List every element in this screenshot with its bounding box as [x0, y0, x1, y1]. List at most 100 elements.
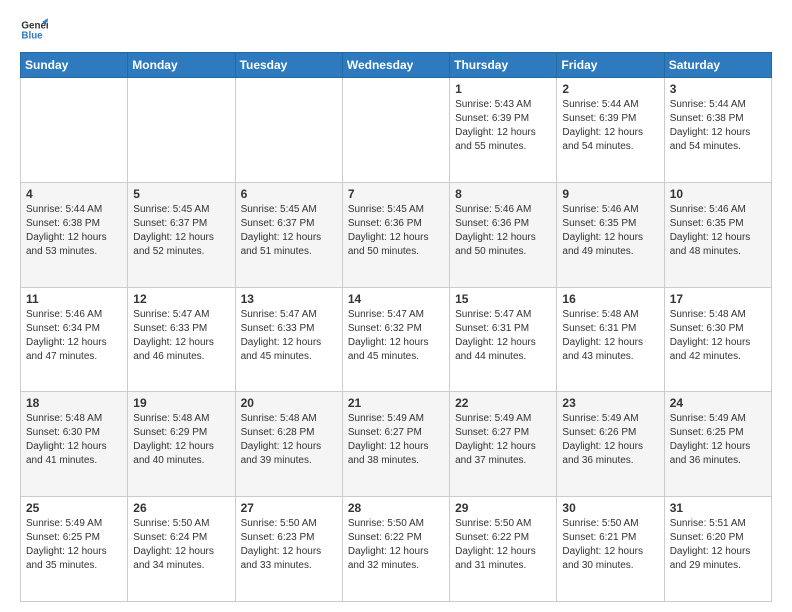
- logo-icon: General Blue: [20, 16, 48, 44]
- calendar-week-4: 18 Sunrise: 5:48 AMSunset: 6:30 PMDayligh…: [21, 392, 772, 497]
- day-number: 22: [455, 396, 551, 410]
- calendar-cell: [21, 78, 128, 183]
- day-info: Sunrise: 5:49 AMSunset: 6:25 PMDaylight:…: [670, 412, 766, 468]
- day-number: 23: [562, 396, 658, 410]
- day-info: Sunrise: 5:44 AMSunset: 6:38 PMDaylight:…: [670, 98, 766, 154]
- calendar-week-1: 1Sunrise: 5:43 AMSunset: 6:39 PMDaylight…: [21, 78, 772, 183]
- calendar-cell: 30Sunrise: 5:50 AMSunset: 6:21 PMDayligh…: [557, 497, 664, 602]
- day-number: 11: [26, 292, 122, 306]
- calendar-cell: 29 Sunrise: 5:50 AMSunset: 6:22 PMDayligh…: [450, 497, 557, 602]
- weekday-header-tuesday: Tuesday: [235, 53, 342, 78]
- day-info: Sunrise: 5:44 AMSunset: 6:38 PMDaylight:…: [26, 203, 122, 259]
- calendar-cell: 19Sunrise: 5:48 AMSunset: 6:29 PMDayligh…: [128, 392, 235, 497]
- weekday-header-monday: Monday: [128, 53, 235, 78]
- day-info: Sunrise: 5:48 AMSunset: 6:28 PMDaylight:…: [241, 412, 337, 468]
- calendar-cell: 28 Sunrise: 5:50 AMSunset: 6:22 PMDayligh…: [342, 497, 449, 602]
- day-info: Sunrise: 5:49 AMSunset: 6:27 PMDaylight:…: [348, 412, 444, 468]
- day-number: 29: [455, 501, 551, 515]
- day-number: 8: [455, 187, 551, 201]
- day-number: 27: [241, 501, 337, 515]
- calendar-cell: 26 Sunrise: 5:50 AMSunset: 6:24 PMDayligh…: [128, 497, 235, 602]
- weekday-header-sunday: Sunday: [21, 53, 128, 78]
- day-number: 28: [348, 501, 444, 515]
- day-number: 7: [348, 187, 444, 201]
- calendar-cell: 15 Sunrise: 5:47 AMSunset: 6:31 PMDayligh…: [450, 287, 557, 392]
- weekday-header-friday: Friday: [557, 53, 664, 78]
- day-number: 4: [26, 187, 122, 201]
- day-number: 1: [455, 82, 551, 96]
- day-info: Sunrise: 5:45 AMSunset: 6:37 PMDaylight:…: [133, 203, 229, 259]
- day-info: Sunrise: 5:47 AMSunset: 6:31 PMDaylight:…: [455, 308, 551, 364]
- calendar-cell: 12 Sunrise: 5:47 AMSunset: 6:33 PMDayligh…: [128, 287, 235, 392]
- calendar-week-3: 11 Sunrise: 5:46 AMSunset: 6:34 PMDayligh…: [21, 287, 772, 392]
- day-info: Sunrise: 5:44 AMSunset: 6:39 PMDaylight:…: [562, 98, 658, 154]
- day-number: 26: [133, 501, 229, 515]
- calendar-cell: 24 Sunrise: 5:49 AMSunset: 6:25 PMDayligh…: [664, 392, 771, 497]
- calendar-cell: 23Sunrise: 5:49 AMSunset: 6:26 PMDayligh…: [557, 392, 664, 497]
- day-info: Sunrise: 5:48 AMSunset: 6:30 PMDaylight:…: [26, 412, 122, 468]
- day-number: 30: [562, 501, 658, 515]
- day-info: Sunrise: 5:50 AMSunset: 6:24 PMDaylight:…: [133, 517, 229, 573]
- weekday-header-thursday: Thursday: [450, 53, 557, 78]
- day-number: 15: [455, 292, 551, 306]
- day-number: 12: [133, 292, 229, 306]
- calendar-table: SundayMondayTuesdayWednesdayThursdayFrid…: [20, 52, 772, 602]
- day-info: Sunrise: 5:47 AMSunset: 6:33 PMDaylight:…: [241, 308, 337, 364]
- day-info: Sunrise: 5:47 AMSunset: 6:33 PMDaylight:…: [133, 308, 229, 364]
- calendar-cell: 7 Sunrise: 5:45 AMSunset: 6:36 PMDaylight…: [342, 182, 449, 287]
- day-number: 25: [26, 501, 122, 515]
- day-info: Sunrise: 5:46 AMSunset: 6:36 PMDaylight:…: [455, 203, 551, 259]
- calendar-cell: 11 Sunrise: 5:46 AMSunset: 6:34 PMDayligh…: [21, 287, 128, 392]
- day-info: Sunrise: 5:50 AMSunset: 6:22 PMDaylight:…: [348, 517, 444, 573]
- day-info: Sunrise: 5:48 AMSunset: 6:30 PMDaylight:…: [670, 308, 766, 364]
- day-number: 9: [562, 187, 658, 201]
- calendar-cell: 14 Sunrise: 5:47 AMSunset: 6:32 PMDayligh…: [342, 287, 449, 392]
- day-number: 2: [562, 82, 658, 96]
- calendar-week-2: 4 Sunrise: 5:44 AMSunset: 6:38 PMDaylight…: [21, 182, 772, 287]
- day-info: Sunrise: 5:45 AMSunset: 6:37 PMDaylight:…: [241, 203, 337, 259]
- calendar-cell: 3Sunrise: 5:44 AMSunset: 6:38 PMDaylight…: [664, 78, 771, 183]
- calendar-cell: [235, 78, 342, 183]
- day-number: 24: [670, 396, 766, 410]
- day-number: 6: [241, 187, 337, 201]
- day-info: Sunrise: 5:49 AMSunset: 6:25 PMDaylight:…: [26, 517, 122, 573]
- day-info: Sunrise: 5:46 AMSunset: 6:34 PMDaylight:…: [26, 308, 122, 364]
- day-info: Sunrise: 5:46 AMSunset: 6:35 PMDaylight:…: [562, 203, 658, 259]
- weekday-header-wednesday: Wednesday: [342, 53, 449, 78]
- calendar-cell: [342, 78, 449, 183]
- header: General Blue: [20, 16, 772, 44]
- day-info: Sunrise: 5:45 AMSunset: 6:36 PMDaylight:…: [348, 203, 444, 259]
- calendar-cell: 1Sunrise: 5:43 AMSunset: 6:39 PMDaylight…: [450, 78, 557, 183]
- calendar-cell: 9 Sunrise: 5:46 AMSunset: 6:35 PMDaylight…: [557, 182, 664, 287]
- calendar-cell: 5 Sunrise: 5:45 AMSunset: 6:37 PMDaylight…: [128, 182, 235, 287]
- calendar-cell: 20 Sunrise: 5:48 AMSunset: 6:28 PMDayligh…: [235, 392, 342, 497]
- calendar-cell: 27 Sunrise: 5:50 AMSunset: 6:23 PMDayligh…: [235, 497, 342, 602]
- day-number: 13: [241, 292, 337, 306]
- calendar-cell: 13 Sunrise: 5:47 AMSunset: 6:33 PMDayligh…: [235, 287, 342, 392]
- calendar-cell: 8 Sunrise: 5:46 AMSunset: 6:36 PMDaylight…: [450, 182, 557, 287]
- day-info: Sunrise: 5:47 AMSunset: 6:32 PMDaylight:…: [348, 308, 444, 364]
- day-info: Sunrise: 5:48 AMSunset: 6:31 PMDaylight:…: [562, 308, 658, 364]
- day-number: 14: [348, 292, 444, 306]
- day-info: Sunrise: 5:50 AMSunset: 6:23 PMDaylight:…: [241, 517, 337, 573]
- day-number: 5: [133, 187, 229, 201]
- day-number: 10: [670, 187, 766, 201]
- calendar-cell: 16 Sunrise: 5:48 AMSunset: 6:31 PMDayligh…: [557, 287, 664, 392]
- day-number: 18: [26, 396, 122, 410]
- weekday-header-row: SundayMondayTuesdayWednesdayThursdayFrid…: [21, 53, 772, 78]
- day-number: 16: [562, 292, 658, 306]
- day-info: Sunrise: 5:46 AMSunset: 6:35 PMDaylight:…: [670, 203, 766, 259]
- calendar-cell: 21 Sunrise: 5:49 AMSunset: 6:27 PMDayligh…: [342, 392, 449, 497]
- calendar-cell: 22 Sunrise: 5:49 AMSunset: 6:27 PMDayligh…: [450, 392, 557, 497]
- day-info: Sunrise: 5:49 AMSunset: 6:27 PMDaylight:…: [455, 412, 551, 468]
- calendar-cell: 6 Sunrise: 5:45 AMSunset: 6:37 PMDaylight…: [235, 182, 342, 287]
- weekday-header-saturday: Saturday: [664, 53, 771, 78]
- calendar-cell: 4 Sunrise: 5:44 AMSunset: 6:38 PMDaylight…: [21, 182, 128, 287]
- calendar-cell: 2 Sunrise: 5:44 AMSunset: 6:39 PMDaylight…: [557, 78, 664, 183]
- page: General Blue SundayMondayTuesdayWednesda…: [0, 0, 792, 612]
- day-info: Sunrise: 5:50 AMSunset: 6:22 PMDaylight:…: [455, 517, 551, 573]
- calendar-cell: 10 Sunrise: 5:46 AMSunset: 6:35 PMDayligh…: [664, 182, 771, 287]
- day-number: 20: [241, 396, 337, 410]
- day-number: 21: [348, 396, 444, 410]
- day-number: 17: [670, 292, 766, 306]
